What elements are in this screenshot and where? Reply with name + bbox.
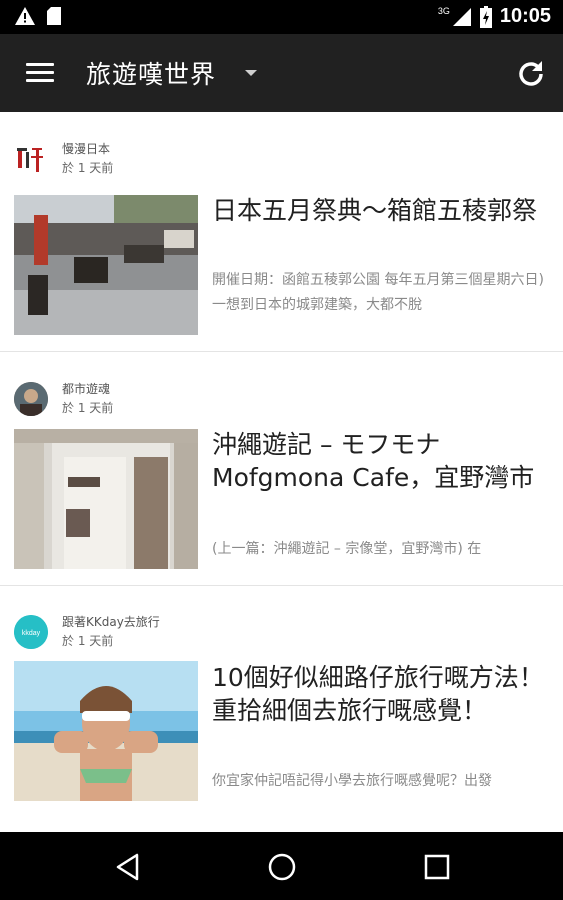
article-thumbnail[interactable] [14, 661, 198, 801]
source-name: 慢漫日本 [62, 142, 111, 156]
article-excerpt: (上一篇：沖繩遊記 – 宗像堂，宜野灣市) 在 [212, 541, 482, 557]
article-thumbnail[interactable] [14, 195, 198, 335]
refresh-icon[interactable] [515, 58, 547, 90]
article-title[interactable]: 10個好似細路仔旅行嘅方法！重拾細個去旅行嘅感覺！ [212, 661, 554, 727]
source-avatar [14, 142, 48, 176]
dropdown-arrow-icon[interactable] [245, 70, 257, 76]
list-item[interactable]: kkday 跟著KKday去旅行 於 1 天前 10個好似細路仔旅行嘅方法！重拾… [0, 585, 563, 818]
recents-icon[interactable] [420, 850, 454, 884]
signal-icon [452, 7, 471, 26]
avatar-label: kkday [22, 630, 41, 637]
network-type: 3G [437, 5, 450, 16]
post-time: 於 1 天前 [62, 401, 114, 415]
app-title[interactable]: 旅遊嘆世界 [86, 55, 216, 91]
menu-icon[interactable] [26, 63, 54, 83]
clock: 10:05 [499, 5, 551, 27]
source-avatar [14, 382, 48, 416]
source-name: 跟著KKday去旅行 [62, 615, 160, 629]
source-name: 都市遊魂 [62, 382, 111, 396]
feed-list[interactable]: 慢漫日本 於 1 天前 日本五月祭典～箱館五稜郭祭 開催日期：函館五稜郭公園 每… [0, 112, 563, 832]
navigation-bar [0, 832, 563, 900]
sd-card-icon [47, 7, 61, 25]
article-title[interactable]: 沖繩遊記 – モフモナ Mofgmona Cafe，宜野灣市 [212, 428, 554, 494]
list-item[interactable]: 都市遊魂 於 1 天前 沖繩遊記 – モフモナ Mofgmona Cafe，宜野… [0, 352, 563, 586]
article-title[interactable]: 日本五月祭典～箱館五稜郭祭 [212, 194, 554, 227]
source-avatar: kkday [14, 615, 48, 649]
article-thumbnail[interactable] [14, 429, 198, 569]
warning-icon [15, 7, 35, 25]
post-time: 於 1 天前 [62, 161, 114, 175]
home-icon[interactable] [265, 850, 299, 884]
article-excerpt: 開催日期：函館五稜郭公園 每年五月第三個星期六日) 一想到日本的城郭建築，大都不… [212, 272, 544, 313]
list-item[interactable]: 慢漫日本 於 1 天前 日本五月祭典～箱館五稜郭祭 開催日期：函館五稜郭公園 每… [0, 112, 563, 352]
battery-icon [479, 5, 492, 28]
post-time: 於 1 天前 [62, 634, 114, 648]
article-excerpt: 你宜家仲記唔記得小學去旅行嘅感覺呢？出發 [212, 773, 492, 789]
app-bar: 旅遊嘆世界 [0, 34, 563, 112]
status-bar: 3G 10:05 [0, 0, 563, 34]
back-icon[interactable] [111, 850, 145, 884]
